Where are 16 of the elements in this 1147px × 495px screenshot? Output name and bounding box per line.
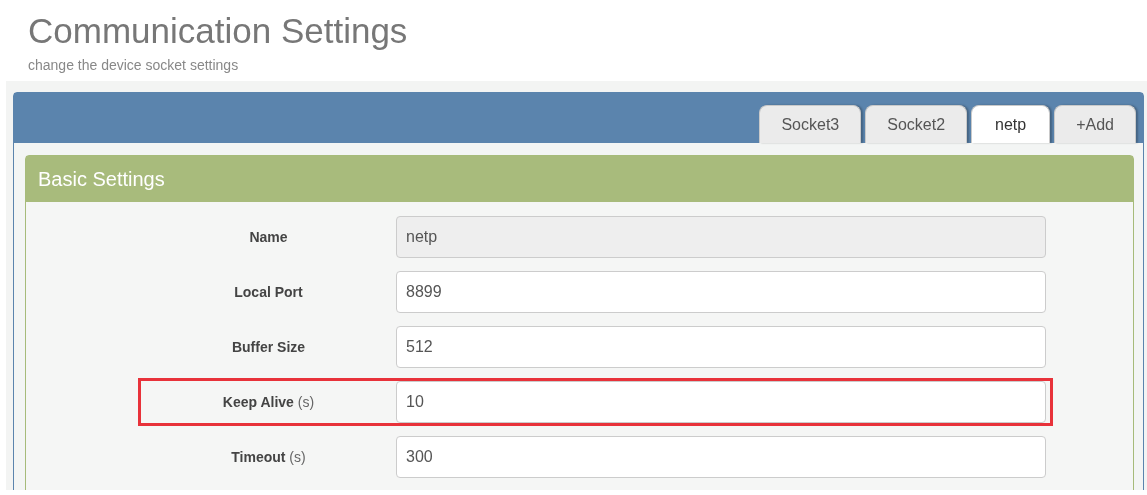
field-label: Buffer Size: [231, 339, 306, 355]
socket-tab[interactable]: Socket3: [759, 105, 862, 143]
field-label: Local Port: [234, 284, 303, 300]
socket-tab[interactable]: Socket2: [865, 105, 968, 143]
socket-tab[interactable]: netp: [971, 105, 1051, 143]
input-field[interactable]: 8899: [396, 271, 1046, 313]
page-title: Communication Settings: [28, 10, 409, 52]
panel-title: Basic Settings: [38, 167, 165, 191]
input-field[interactable]: 512: [396, 326, 1046, 368]
field-label: Keep Alive (s): [222, 394, 315, 410]
field-label: Name: [249, 229, 288, 245]
page-subtitle: change the device socket settings: [28, 57, 240, 73]
field-label: Timeout (s): [231, 449, 306, 465]
socket-tab[interactable]: +Add: [1054, 105, 1136, 143]
input-field[interactable]: 10: [396, 381, 1046, 423]
input-field[interactable]: 300: [396, 436, 1046, 478]
